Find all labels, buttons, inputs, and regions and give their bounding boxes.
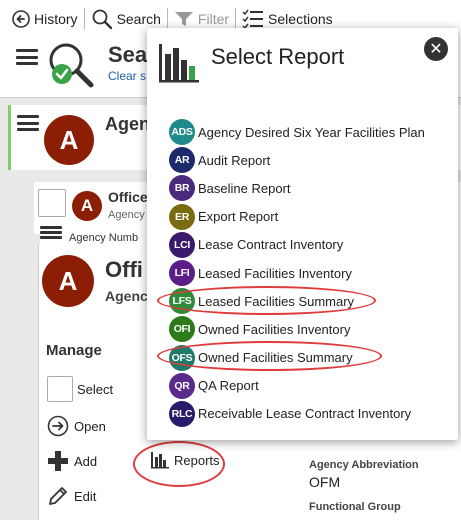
report-badge: OFI: [169, 316, 195, 343]
details-panel: Agency Abbreviation OFM Functional Group: [290, 440, 461, 520]
report-label: Leased Facilities Summary: [198, 293, 355, 309]
report-item[interactable]: ER Export Report: [169, 203, 425, 231]
search-check-icon: [49, 43, 94, 88]
search-label: Search: [116, 11, 161, 27]
report-item[interactable]: LCI Lease Contract Inventory: [169, 231, 425, 259]
menu-icon[interactable]: [16, 49, 38, 65]
plus-icon: [48, 451, 68, 471]
report-badge: ADS: [169, 119, 195, 146]
report-item[interactable]: QR QA Report: [169, 372, 425, 400]
selections-label: Selections: [268, 11, 333, 27]
back-arrow-icon: [12, 10, 30, 28]
menu-icon[interactable]: [40, 226, 62, 239]
avatar: A: [44, 115, 94, 165]
filter-icon: [174, 12, 193, 26]
report-item[interactable]: LFS Leased Facilities Summary: [169, 287, 425, 315]
abbreviation-label: Agency Abbreviation: [309, 459, 419, 471]
history-label: History: [34, 11, 78, 27]
report-chart-icon: [159, 44, 199, 83]
row-checkbox[interactable]: [38, 189, 66, 217]
filter-label: Filter: [197, 11, 230, 27]
report-item[interactable]: RLC Receivable Lease Contract Inventory: [169, 400, 425, 428]
report-item[interactable]: BR Baseline Report: [169, 174, 425, 202]
office-name: Office: [108, 189, 148, 205]
report-badge: LCI: [169, 231, 195, 258]
report-label: Audit Report: [198, 152, 271, 168]
report-badge: ER: [169, 203, 195, 230]
avatar: A: [42, 255, 94, 307]
office-sub: Agency: [108, 209, 145, 221]
agency-number-label: Agency Numb: [69, 232, 139, 244]
report-badge: LFI: [169, 260, 195, 287]
select-report-dialog: Select Report ✕ ADS Agency Desired Six Ye…: [147, 28, 458, 440]
add-action[interactable]: Add: [47, 450, 97, 472]
report-item[interactable]: AR Audit Report: [169, 146, 425, 174]
bar-chart-icon: [151, 452, 169, 469]
agency-name: Agen: [105, 114, 150, 134]
checklist-icon: [242, 9, 264, 29]
history-button[interactable]: History: [6, 7, 84, 31]
report-item[interactable]: ADS Agency Desired Six Year Facilities Pl…: [169, 118, 425, 146]
report-badge: RLC: [169, 400, 195, 427]
select-checkbox[interactable]: [47, 376, 73, 402]
edit-label: Edit: [74, 488, 97, 504]
search-icon: [92, 9, 112, 30]
page-title: Sea: [108, 42, 148, 67]
report-label: Baseline Report: [198, 180, 291, 196]
open-label: Open: [74, 418, 106, 434]
reports-button[interactable]: Reports: [150, 451, 220, 469]
report-list: ADS Agency Desired Six Year Facilities Pl…: [169, 118, 425, 428]
report-badge: BR: [169, 175, 195, 202]
report-item[interactable]: LFI Leased Facilities Inventory: [169, 259, 425, 287]
menu-icon[interactable]: [17, 115, 39, 131]
edit-action[interactable]: Edit: [47, 485, 96, 507]
functional-group-label: Functional Group: [309, 501, 401, 513]
open-action[interactable]: Open: [47, 415, 106, 437]
report-badge: QR: [169, 372, 195, 399]
add-label: Add: [74, 453, 98, 469]
select-action[interactable]: Select: [47, 376, 113, 402]
report-badge: OFS: [169, 344, 195, 371]
reports-label: Reports: [174, 452, 220, 468]
report-label: Leased Facilities Inventory: [198, 265, 352, 281]
manage-heading: Manage: [46, 342, 102, 359]
report-label: Receivable Lease Contract Inventory: [198, 406, 412, 422]
report-label: Owned Facilities Inventory: [198, 321, 351, 337]
report-badge: LFS: [169, 288, 195, 315]
report-label: Export Report: [198, 209, 279, 225]
report-item[interactable]: OFI Owned Facilities Inventory: [169, 315, 425, 343]
pencil-icon: [49, 487, 67, 505]
abbreviation-value: OFM: [309, 474, 341, 490]
office-card-title: Offi: [105, 257, 143, 282]
avatar: A: [72, 191, 102, 221]
report-item[interactable]: OFS Owned Facilities Summary: [169, 344, 425, 372]
office-card-sub: Agenc: [105, 288, 148, 304]
dialog-title: Select Report: [211, 44, 345, 69]
report-label: QA Report: [198, 378, 259, 394]
clear-search-link[interactable]: Clear s: [108, 69, 146, 83]
report-label: Lease Contract Inventory: [198, 237, 344, 253]
close-icon[interactable]: ✕: [424, 37, 448, 61]
report-label: Owned Facilities Summary: [198, 350, 353, 366]
report-badge: AR: [169, 147, 195, 174]
report-label: Agency Desired Six Year Facilities Plan: [198, 124, 425, 140]
select-label: Select: [77, 381, 114, 397]
open-arrow-icon: [47, 415, 69, 437]
